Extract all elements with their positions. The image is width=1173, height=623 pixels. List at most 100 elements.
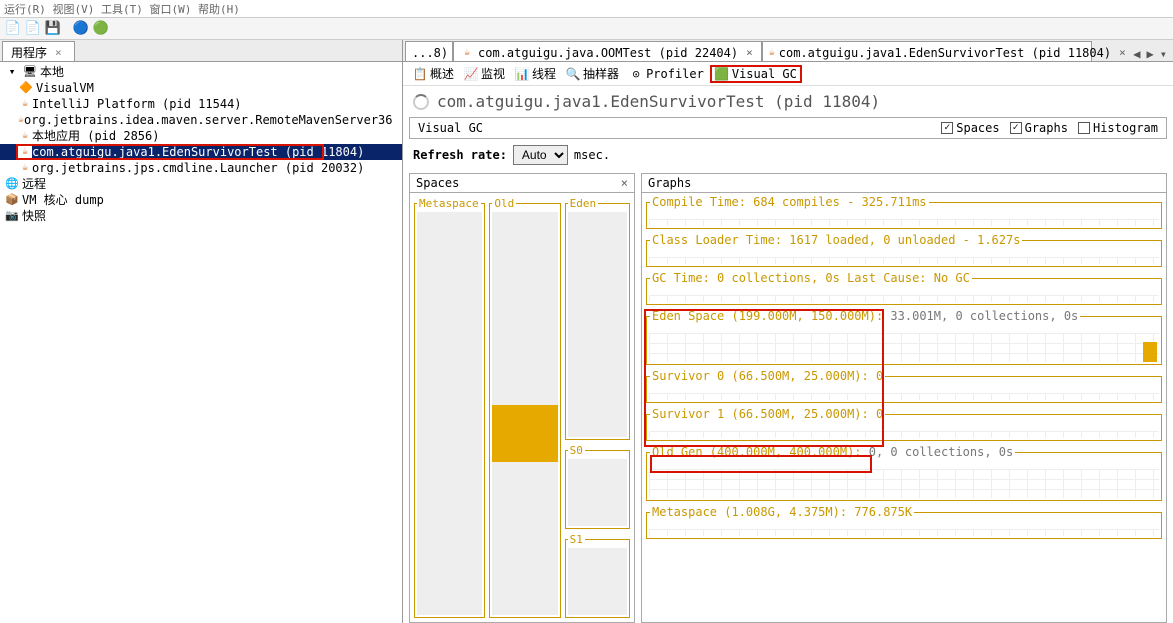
graph-old: Old Gen (400.000M, 400.000M): 0, 0 colle… bbox=[646, 445, 1162, 501]
btn-label: 抽样器 bbox=[583, 65, 619, 82]
visualgc-icon: 🟩 bbox=[715, 67, 729, 81]
graph-eden: Eden Space (199.000M, 150.000M): 33.001M… bbox=[646, 309, 1162, 365]
menu-fragment[interactable]: 运行(R) 视图(V) 工具(T) 窗口(W) 帮助(H) bbox=[4, 1, 240, 17]
network-icon: 🌐 bbox=[4, 177, 20, 191]
visualgc-header: Visual GC Spaces Graphs Histogram bbox=[409, 117, 1167, 139]
tab-process[interactable]: ☕ com.atguigu.java.OOMTest (pid 22404) × bbox=[453, 41, 762, 61]
expand-icon[interactable]: ▾ bbox=[4, 65, 20, 79]
check-spaces[interactable]: Spaces bbox=[941, 121, 999, 135]
tab-overflow[interactable]: ...8) bbox=[405, 41, 453, 61]
spaces-column: Spaces × Metaspace Old Eden bbox=[409, 173, 635, 623]
tree-label: 远程 bbox=[22, 176, 46, 192]
btn-sampler[interactable]: 🔍抽样器 bbox=[562, 64, 623, 83]
tree-label: org.jetbrains.jps.cmdline.Launcher (pid … bbox=[32, 160, 364, 176]
btn-visualgc[interactable]: 🟩Visual GC bbox=[710, 65, 802, 83]
space-metaspace: Metaspace bbox=[414, 197, 485, 618]
btn-threads[interactable]: 📊线程 bbox=[511, 64, 560, 83]
threads-icon: 📊 bbox=[515, 67, 529, 81]
spaces-header: Spaces × bbox=[409, 173, 635, 193]
tree-item-selected[interactable]: ☕ com.atguigu.java1.EdenSurvivorTest (pi… bbox=[0, 144, 402, 160]
tree-label: VM 核心 dump bbox=[22, 192, 104, 208]
legend: Eden bbox=[568, 197, 599, 210]
toolbar-icon[interactable]: 📄 bbox=[24, 20, 42, 38]
tab-nav[interactable]: ◀ ▶ ▾ bbox=[1127, 47, 1173, 61]
applications-panel: 用程序 × ▾ 🖥 本地 🔶 VisualVM ☕ IntelliJ Platf… bbox=[0, 40, 403, 623]
snapshot-icon: 📷 bbox=[4, 209, 20, 223]
tree-item[interactable]: ☕ org.jetbrains.jps.cmdline.Launcher (pi… bbox=[0, 160, 402, 176]
tree-label: 本地应用 (pid 2856) bbox=[32, 128, 159, 144]
btn-label: Profiler bbox=[646, 67, 704, 81]
legend-extra: 0, 0 collections, 0s bbox=[869, 445, 1014, 459]
prev-icon[interactable]: ◀ bbox=[1133, 47, 1140, 61]
close-icon[interactable]: × bbox=[55, 46, 62, 59]
btn-label: 监视 bbox=[481, 65, 505, 82]
spaces-body: Metaspace Old Eden S0 bbox=[409, 193, 635, 623]
tree-item[interactable]: ☕ 本地应用 (pid 2856) bbox=[0, 128, 402, 144]
tree-item[interactable]: ☕ org.jetbrains.idea.maven.server.Remote… bbox=[0, 112, 402, 128]
close-icon[interactable]: × bbox=[746, 46, 753, 59]
next-icon[interactable]: ▶ bbox=[1147, 47, 1154, 61]
btn-overview[interactable]: 📋概述 bbox=[409, 64, 458, 83]
legend-extra: 33.001M, 0 collections, 0s bbox=[890, 309, 1078, 323]
java-icon: ☕ bbox=[460, 46, 474, 60]
tab-label: com.atguigu.java1.EdenSurvivorTest (pid … bbox=[779, 46, 1111, 60]
tab-process-active[interactable]: ☕ com.atguigu.java1.EdenSurvivorTest (pi… bbox=[762, 41, 1092, 61]
graph-s0: Survivor 0 (66.500M, 25.000M): 0 bbox=[646, 369, 1162, 403]
space-old: Old bbox=[489, 197, 560, 618]
monitor-icon: 📈 bbox=[464, 67, 478, 81]
btn-monitor[interactable]: 📈监视 bbox=[460, 64, 509, 83]
title-text: com.atguigu.java1.EdenSurvivorTest (pid … bbox=[437, 92, 880, 111]
refresh-select[interactable]: Auto bbox=[513, 145, 568, 165]
legend: Class Loader Time: 1617 loaded, 0 unload… bbox=[652, 233, 1020, 247]
graphs-body: Compile Time: 684 compiles - 325.711ms C… bbox=[641, 193, 1167, 623]
graph-metaspace: Metaspace (1.008G, 4.375M): 776.875K bbox=[646, 505, 1162, 539]
toolbar-icon[interactable]: 💾 bbox=[44, 20, 62, 38]
applications-tree[interactable]: ▾ 🖥 本地 🔶 VisualVM ☕ IntelliJ Platform (p… bbox=[0, 62, 402, 623]
tree-item[interactable]: ☕ IntelliJ Platform (pid 11544) bbox=[0, 96, 402, 112]
tree-item[interactable]: 🔶 VisualVM bbox=[0, 80, 402, 96]
tab-label: 用程序 bbox=[11, 44, 47, 61]
graph-s1: Survivor 1 (66.500M, 25.000M): 0 bbox=[646, 407, 1162, 441]
refresh-unit: msec. bbox=[574, 148, 610, 162]
tree-node-snapshot[interactable]: 📷 快照 bbox=[0, 208, 402, 224]
btn-profiler[interactable]: ⊙Profiler bbox=[625, 66, 708, 82]
tree-node-local[interactable]: ▾ 🖥 本地 bbox=[0, 64, 402, 80]
tree-label: org.jetbrains.idea.maven.server.RemoteMa… bbox=[24, 112, 402, 128]
tree-node-dump[interactable]: 📦 VM 核心 dump bbox=[0, 192, 402, 208]
toolbar-icon[interactable]: 🔵 bbox=[72, 20, 90, 38]
left-tab-bar: 用程序 × bbox=[0, 40, 402, 62]
legend: Metaspace (1.008G, 4.375M): 776.875K bbox=[652, 505, 912, 519]
space-s1: S1 bbox=[565, 533, 630, 618]
check-graphs[interactable]: Graphs bbox=[1010, 121, 1068, 135]
graphs-header: Graphs bbox=[641, 173, 1167, 193]
toolbar-icon[interactable]: 📄 bbox=[4, 20, 22, 38]
panel-title: Spaces bbox=[416, 176, 459, 190]
check-label: Histogram bbox=[1093, 121, 1158, 135]
panel-title: Graphs bbox=[648, 176, 691, 190]
graph-compile: Compile Time: 684 compiles - 325.711ms bbox=[646, 195, 1162, 229]
check-histogram[interactable]: Histogram bbox=[1078, 121, 1158, 135]
dropdown-icon[interactable]: ▾ bbox=[1160, 47, 1167, 61]
tree-label: VisualVM bbox=[36, 80, 94, 96]
loading-icon bbox=[413, 94, 429, 110]
java-icon: ☕ bbox=[18, 129, 32, 143]
profiler-icon: ⊙ bbox=[629, 67, 643, 81]
legend: Old Gen (400.000M, 400.000M): bbox=[652, 445, 869, 459]
sampler-icon: 🔍 bbox=[566, 67, 580, 81]
toolbar-icon[interactable]: 🟢 bbox=[92, 20, 110, 38]
close-icon[interactable]: × bbox=[621, 176, 628, 190]
computer-icon: 🖥 bbox=[22, 65, 38, 79]
legend: Metaspace bbox=[417, 197, 481, 210]
header-label: Visual GC bbox=[418, 121, 483, 135]
tab-applications[interactable]: 用程序 × bbox=[2, 41, 75, 61]
dump-icon: 📦 bbox=[4, 193, 20, 207]
sub-toolbar: 📋概述 📈监视 📊线程 🔍抽样器 ⊙Profiler 🟩Visual GC bbox=[403, 62, 1173, 86]
tree-label: 快照 bbox=[22, 208, 46, 224]
java-icon: ☕ bbox=[18, 161, 32, 175]
legend: Eden Space (199.000M, 150.000M): bbox=[652, 309, 890, 323]
close-icon[interactable]: × bbox=[1119, 46, 1126, 59]
space-eden: Eden bbox=[565, 197, 630, 440]
legend: GC Time: 0 collections, 0s Last Cause: N… bbox=[652, 271, 970, 285]
tree-node-remote[interactable]: 🌐 远程 bbox=[0, 176, 402, 192]
main-toolbar: 📄 📄 💾 🔵 🟢 bbox=[0, 18, 1173, 40]
